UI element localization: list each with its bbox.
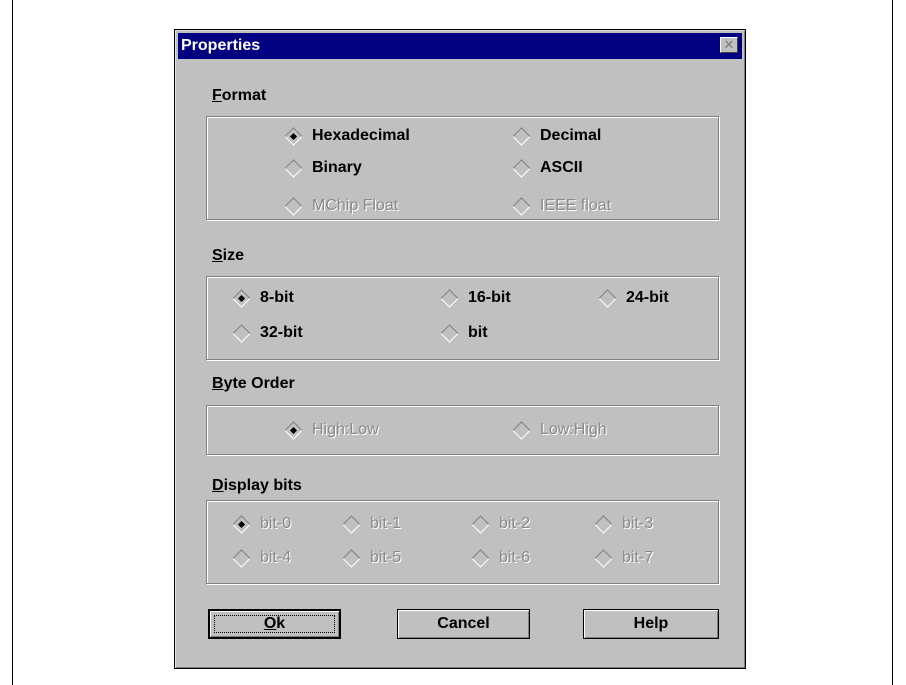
radio-checked-icon [284, 126, 303, 146]
size-radio-32-bit[interactable]: 32-bit [231, 322, 303, 344]
radio-checked-icon [232, 514, 251, 534]
radio-unchecked-icon [440, 288, 459, 308]
display-bits-group-label: Display bits [212, 477, 302, 494]
display-bits-radio-bit-3: bit-3 [593, 513, 653, 535]
radio-unchecked-icon [512, 158, 531, 178]
radio-unchecked-icon [232, 548, 251, 568]
radio-unchecked-icon [284, 158, 303, 178]
size-radio-bit[interactable]: bit [439, 322, 488, 344]
radio-checked-icon [284, 420, 303, 440]
size-radio-8-bit[interactable]: 8-bit [231, 287, 294, 309]
format-radio-ieee-float: IEEE float [511, 195, 611, 217]
radio-unchecked-icon [284, 196, 303, 216]
radio-unchecked-icon [342, 514, 361, 534]
close-icon: ✕ [723, 37, 735, 52]
radio-unchecked-icon [440, 323, 459, 343]
size-group-label: Size [212, 247, 245, 264]
frame-line-right [892, 0, 893, 685]
display-bits-radio-bit-7: bit-7 [593, 547, 653, 569]
radio-unchecked-icon [594, 514, 613, 534]
radio-unchecked-icon [512, 196, 531, 216]
radio-unchecked-icon [232, 323, 251, 343]
display-bits-radio-bit-0: bit-0 [231, 513, 291, 535]
focus-rectangle [214, 615, 335, 633]
radio-unchecked-icon [471, 514, 490, 534]
radio-checked-icon [232, 288, 251, 308]
byte-order-group-label: Byte Order [212, 375, 295, 392]
radio-unchecked-icon [512, 420, 531, 440]
radio-unchecked-icon [471, 548, 490, 568]
cancel-button[interactable]: Cancel [397, 609, 530, 639]
window-title: Properties [181, 37, 261, 54]
display-bits-radio-bit-4: bit-4 [231, 547, 291, 569]
close-button[interactable]: ✕ [720, 37, 738, 53]
format-radio-mchip-float: MChip Float [283, 195, 398, 217]
radio-unchecked-icon [342, 548, 361, 568]
byte-order-radio-high-low: High:Low [283, 419, 379, 441]
display-bits-radio-bit-6: bit-6 [470, 547, 530, 569]
radio-unchecked-icon [598, 288, 617, 308]
display-bits-radio-bit-1: bit-1 [341, 513, 401, 535]
format-group-label: Format [212, 87, 267, 104]
size-radio-16-bit[interactable]: 16-bit [439, 287, 511, 309]
size-radio-24-bit[interactable]: 24-bit [597, 287, 669, 309]
byte-order-radio-low-high: Low:High [511, 419, 607, 441]
format-radio-binary[interactable]: Binary [283, 157, 362, 179]
radio-unchecked-icon [594, 548, 613, 568]
ok-button[interactable]: Ok [208, 609, 341, 639]
format-radio-decimal[interactable]: Decimal [511, 125, 601, 147]
properties-dialog: Properties ✕ Format Hexadecimal Decimal … [174, 29, 746, 669]
title-bar[interactable]: Properties ✕ [178, 33, 742, 59]
frame-line-left [12, 0, 13, 685]
radio-unchecked-icon [512, 126, 531, 146]
help-button[interactable]: Help [583, 609, 719, 639]
format-radio-hexadecimal[interactable]: Hexadecimal [283, 125, 410, 147]
display-bits-radio-bit-5: bit-5 [341, 547, 401, 569]
format-radio-ascii[interactable]: ASCII [511, 157, 583, 179]
display-bits-radio-bit-2: bit-2 [470, 513, 530, 535]
